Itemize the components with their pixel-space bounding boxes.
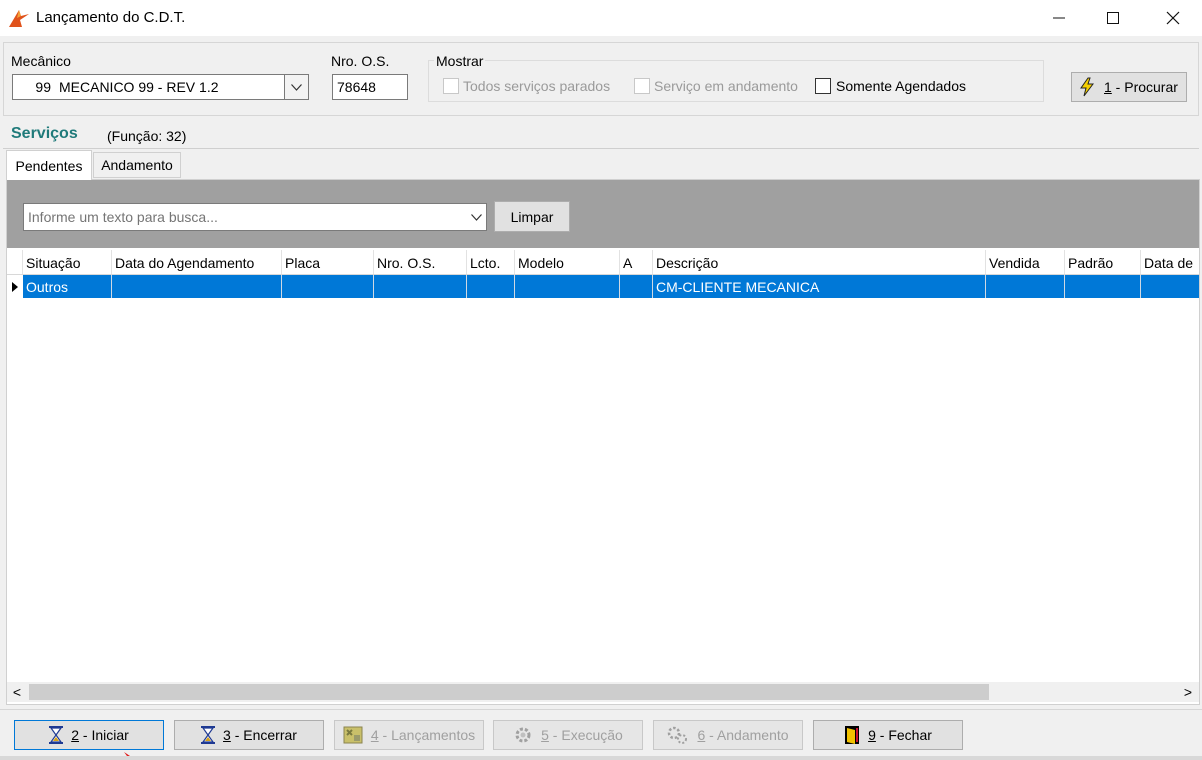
column-header-data-agendamento[interactable]: Data do Agendamento xyxy=(112,250,282,274)
iniciar-button[interactable]: 2 - Iniciar xyxy=(14,720,164,750)
cell-nro-os[interactable] xyxy=(374,275,467,298)
close-button[interactable] xyxy=(1150,0,1196,36)
gear-icon xyxy=(515,727,531,743)
os-input[interactable]: 78648 xyxy=(332,74,408,100)
em-andamento-label: Serviço em andamento xyxy=(654,78,798,94)
execucao-button[interactable]: 5 - Execução xyxy=(493,720,643,750)
mecanico-code-field[interactable]: 99 xyxy=(12,74,56,100)
cell-descricao[interactable]: CM-CLIENTE MECANICA xyxy=(653,275,986,298)
hourglass-icon xyxy=(201,726,216,744)
bottom-edge xyxy=(0,756,1202,760)
andamento-button[interactable]: 6 - Andamento xyxy=(653,720,803,750)
mecanico-dropdown-button[interactable] xyxy=(284,74,309,100)
divider xyxy=(3,148,1199,149)
cell-lcto[interactable] xyxy=(467,275,515,298)
fechar-button[interactable]: 9 - Fechar xyxy=(813,720,963,750)
andamento-label: 6 - Andamento xyxy=(697,727,789,743)
maximize-icon xyxy=(1107,12,1119,24)
column-header-nro-os[interactable]: Nro. O.S. xyxy=(374,250,467,274)
row-pointer-icon xyxy=(12,281,18,292)
window-title: Lançamento do C.D.T. xyxy=(36,9,186,26)
door-icon xyxy=(845,726,860,744)
lancamentos-button[interactable]: 4 - Lançamentos xyxy=(334,720,484,750)
procurar-label: 1 - Procurar xyxy=(1104,79,1178,95)
tab-pendentes[interactable]: Pendentes xyxy=(6,150,92,180)
cell-a[interactable] xyxy=(620,275,653,298)
encerrar-label: 3 - Encerrar xyxy=(223,727,297,743)
funcao-label: (Função: 32) xyxy=(107,128,187,144)
os-label: Nro. O.S. xyxy=(331,53,390,69)
cell-vendida[interactable] xyxy=(986,275,1065,298)
column-header-padrao[interactable]: Padrão xyxy=(1065,250,1141,274)
cell-padrao[interactable] xyxy=(1065,275,1141,298)
column-header-placa[interactable]: Placa xyxy=(282,250,374,274)
procurar-button[interactable]: 1 - Procurar xyxy=(1071,72,1187,102)
cell-modelo[interactable] xyxy=(515,275,620,298)
tab-andamento[interactable]: Andamento xyxy=(93,152,181,178)
lancamentos-label: 4 - Lançamentos xyxy=(370,727,476,743)
todos-parados-checkbox[interactable] xyxy=(443,78,459,94)
iniciar-label: 2 - Iniciar xyxy=(71,727,129,743)
toolbar-divider xyxy=(0,709,1202,710)
fechar-label: 9 - Fechar xyxy=(868,727,932,743)
scroll-thumb[interactable] xyxy=(29,684,989,700)
row-indicator xyxy=(7,275,23,298)
scroll-right-button[interactable]: > xyxy=(1178,682,1198,702)
encerrar-button[interactable]: 3 - Encerrar xyxy=(174,720,324,750)
column-header-a[interactable]: A xyxy=(620,250,653,274)
launch-icon xyxy=(343,726,363,744)
hourglass-icon xyxy=(49,726,64,744)
cell-situacao[interactable]: Outros xyxy=(23,275,112,298)
mecanico-select[interactable]: MECANICO 99 - REV 1.2 xyxy=(55,74,285,100)
minimize-icon xyxy=(1053,17,1065,19)
minimize-button[interactable] xyxy=(1036,0,1082,36)
column-header-lcto[interactable]: Lcto. xyxy=(467,250,515,274)
mecanico-label: Mecânico xyxy=(11,53,71,69)
close-icon xyxy=(1166,11,1180,25)
column-header-modelo[interactable]: Modelo xyxy=(515,250,620,274)
cell-data[interactable] xyxy=(1141,275,1199,298)
column-header-vendida[interactable]: Vendida xyxy=(986,250,1065,274)
em-andamento-checkbox[interactable] xyxy=(634,78,650,94)
row-indicator-header xyxy=(7,250,23,274)
somente-agendados-label: Somente Agendados xyxy=(836,78,966,94)
column-header-data[interactable]: Data de xyxy=(1141,250,1199,274)
cell-data-agendamento[interactable] xyxy=(112,275,282,298)
chevron-down-icon xyxy=(291,83,302,91)
limpar-button[interactable]: Limpar xyxy=(494,201,570,232)
table-row[interactable]: Outros CM-CLIENTE MECANICA xyxy=(7,275,1199,298)
app-logo-icon xyxy=(9,10,29,27)
mostrar-label: Mostrar xyxy=(434,53,486,69)
column-header-situacao[interactable]: Situação xyxy=(23,250,112,274)
search-combobox[interactable] xyxy=(23,203,487,231)
column-header-descricao[interactable]: Descrição xyxy=(653,250,986,274)
chevron-down-icon xyxy=(470,213,482,221)
cell-placa[interactable] xyxy=(282,275,374,298)
somente-agendados-checkbox[interactable] xyxy=(815,78,831,94)
search-dropdown-button[interactable] xyxy=(466,205,486,229)
execucao-label: 5 - Execução xyxy=(541,727,623,743)
maximize-button[interactable] xyxy=(1090,0,1136,36)
grid-header: Situação Data do Agendamento Placa Nro. … xyxy=(7,250,1199,275)
gears-icon xyxy=(668,726,688,744)
scroll-left-button[interactable]: < xyxy=(7,682,27,702)
todos-parados-label: Todos serviços parados xyxy=(463,78,611,94)
servicos-title: Serviços xyxy=(11,125,78,142)
search-input[interactable] xyxy=(24,204,464,230)
lightning-icon xyxy=(1080,77,1094,97)
